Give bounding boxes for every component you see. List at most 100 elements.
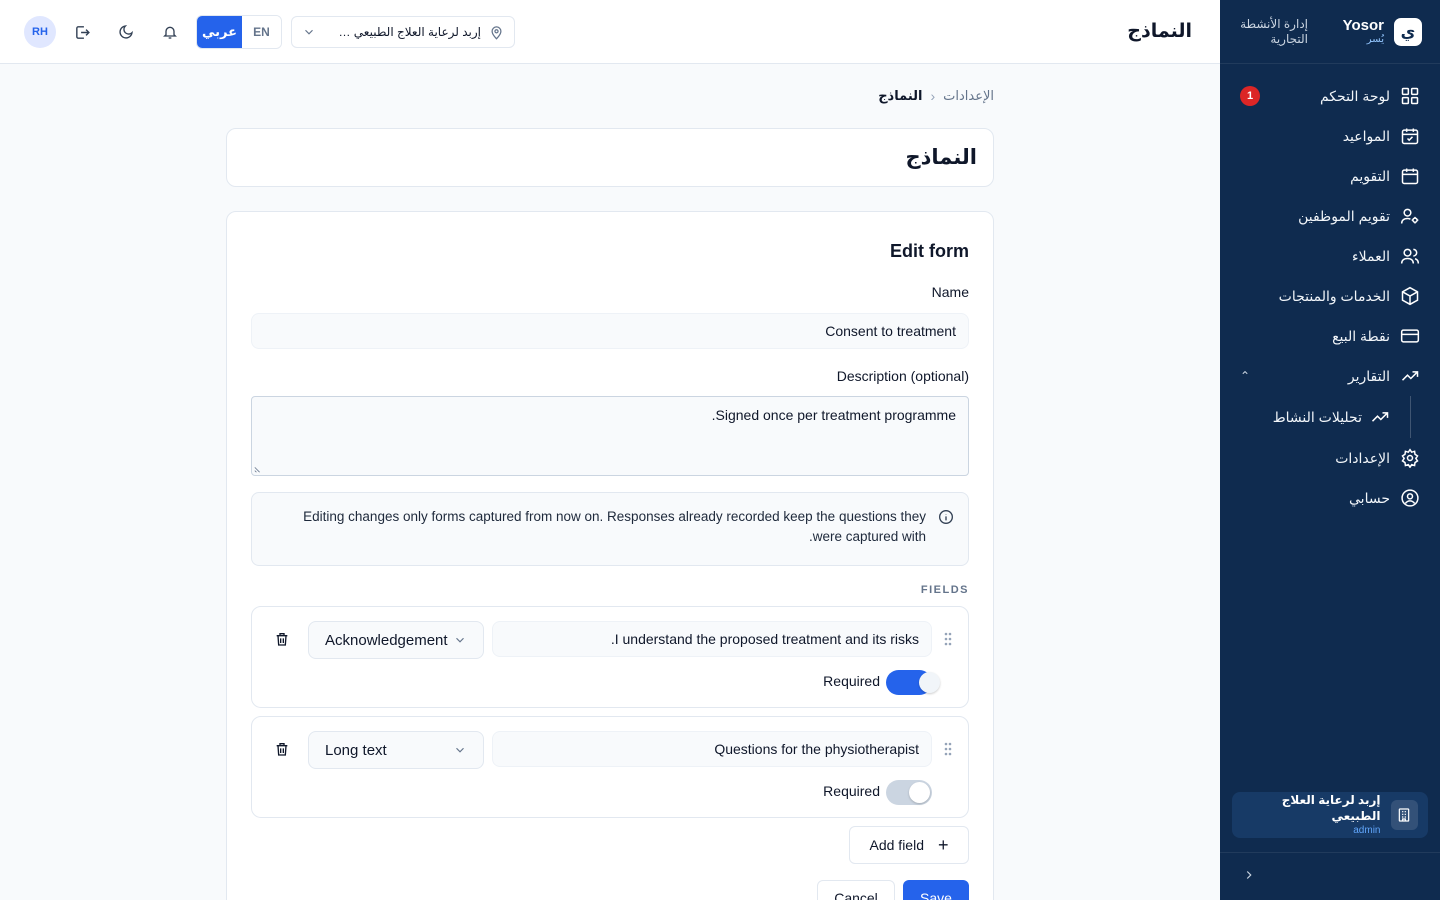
form-field-row: .I understand the proposed treatment and… [251, 606, 969, 708]
collapse-sidebar-button[interactable] [1240, 866, 1258, 884]
field-type-select[interactable]: Acknowledgement [308, 621, 484, 659]
sidebar-item-label: التقارير [1347, 367, 1390, 384]
logout-icon [75, 25, 90, 39]
plus-icon: + [937, 835, 949, 855]
field-type-value: Long text [325, 741, 387, 759]
field-type-value: Acknowledgement [325, 631, 448, 649]
sidebar-item-label: الخدمات والمنتجات [1278, 287, 1390, 304]
toggle-knob [919, 672, 940, 693]
description-label: Description (optional) [836, 368, 969, 384]
sidebar-item-settings[interactable]: الإعدادات [1220, 438, 1440, 478]
page-title: النماذج [905, 146, 977, 169]
language-en-button[interactable]: EN [241, 16, 281, 48]
location-select[interactable]: إربد لرعاية العلاج الطبيعي — ... [291, 16, 515, 48]
drag-handle-icon[interactable] [940, 631, 956, 647]
organization-name: إربد لرعاية العلاج الطبيعي [1281, 792, 1381, 823]
sidebar-item-calendar[interactable]: التقويم [1220, 156, 1440, 196]
language-ar-button[interactable]: عربي [197, 16, 242, 48]
sidebar: ي Yosor يُسر إدارة الأنشطة التجارية لوحة… [1220, 0, 1440, 900]
brand-tagline: إدارة الأنشطة التجارية [1240, 16, 1308, 46]
users-icon [1400, 248, 1420, 264]
toggle-knob [909, 782, 930, 803]
sidebar-subitem-label: تحليلات النشاط [1272, 408, 1362, 425]
theme-toggle-button[interactable] [110, 16, 142, 48]
field-type-select[interactable]: Long text [308, 731, 484, 769]
required-label: Required [823, 673, 880, 689]
breadcrumb: الإعدادات ‹ النماذج [878, 88, 994, 104]
chevron-up-icon[interactable]: ⌃ [1240, 369, 1250, 383]
sidebar-item-pos[interactable]: نقطة البيع [1220, 316, 1440, 356]
bell-icon [163, 26, 177, 39]
cancel-button[interactable]: Cancel [817, 880, 895, 900]
page-heading: النماذج [1127, 21, 1192, 42]
drag-handle-icon[interactable] [940, 741, 956, 757]
sidebar-item-label: نقطة البيع [1332, 327, 1390, 344]
edit-form-card: Edit form Name Consent to treatment Desc… [226, 211, 994, 900]
description-textarea[interactable]: .Signed once per treatment programme [251, 396, 969, 476]
language-toggle[interactable]: EN عربي [196, 15, 282, 49]
required-toggle[interactable] [886, 780, 932, 805]
chevron-left-icon: ‹ [930, 88, 936, 104]
trash-icon[interactable] [274, 631, 290, 647]
name-label: Name [931, 284, 969, 300]
brand-names: Yosor يُسر [1343, 18, 1384, 45]
calendar-check-icon [1401, 128, 1419, 145]
sidebar-item-label: حسابي [1349, 489, 1390, 506]
organization-switcher[interactable]: إربد لرعاية العلاج الطبيعي admin [1232, 792, 1428, 838]
sidebar-item-account[interactable]: حسابي [1220, 478, 1440, 518]
sidebar-item-label: التقويم [1350, 167, 1390, 184]
user-role: admin [1353, 825, 1381, 837]
resize-handle-icon[interactable] [254, 465, 262, 473]
sidebar-divider [1220, 852, 1440, 853]
user-cog-icon [1400, 208, 1419, 224]
notifications-button[interactable] [154, 16, 186, 48]
sidebar-item-label: تقويم الموظفين [1298, 207, 1390, 224]
organization-info: إربد لرعاية العلاج الطبيعي admin [1242, 793, 1381, 837]
brand-logo: ي [1394, 17, 1422, 46]
sidebar-item-clients[interactable]: العملاء [1220, 236, 1440, 276]
form-title: Edit form [890, 241, 969, 261]
sidebar-item-appointments[interactable]: المواعيد [1220, 116, 1440, 156]
edit-notice: Editing changes only forms captured from… [251, 492, 969, 566]
field-question-input[interactable]: Questions for the physiotherapist [492, 731, 932, 767]
add-field-button[interactable]: Add field + [849, 826, 969, 864]
map-pin-icon [491, 25, 502, 40]
field-question-input[interactable]: .I understand the proposed treatment and… [492, 621, 932, 657]
sidebar-item-dashboard[interactable]: لوحة التحكم 1 [1220, 76, 1440, 116]
chevron-down-icon [456, 747, 464, 753]
box-icon [1401, 286, 1419, 306]
required-toggle[interactable] [886, 670, 940, 695]
info-icon [939, 510, 953, 524]
sidebar-item-reports[interactable]: التقارير ⌃ [1220, 356, 1440, 396]
sidebar-item-label: لوحة التحكم [1319, 87, 1390, 104]
save-button[interactable]: Save [903, 880, 969, 900]
sidebar-item-label: الإعدادات [1335, 449, 1390, 466]
chevron-right-icon [1246, 871, 1252, 879]
chevron-down-icon [305, 29, 313, 35]
sidebar-subitem-activity-analytics[interactable]: تحليلات النشاط [1220, 396, 1440, 438]
moon-icon [119, 25, 133, 39]
notice-text: Editing changes only forms captured from… [303, 509, 926, 544]
fields-heading: FIELDS [920, 584, 969, 596]
user-circle-icon [1401, 489, 1419, 507]
sidebar-nav: لوحة التحكم 1 المواعيد التقويم تقويم الم… [1220, 64, 1440, 518]
trash-icon[interactable] [274, 741, 290, 757]
avatar[interactable]: RH [24, 16, 56, 48]
breadcrumb-settings-link[interactable]: الإعدادات [943, 88, 994, 104]
sidebar-item-services[interactable]: الخدمات والمنتجات [1220, 276, 1440, 316]
trending-up-icon [1371, 412, 1389, 422]
sidebar-item-label: المواعيد [1342, 127, 1390, 144]
form-field-row: Questions for the physiotherapist Long t… [251, 716, 969, 818]
logout-button[interactable] [66, 16, 98, 48]
building-icon [1390, 800, 1418, 830]
trending-up-icon [1401, 371, 1419, 381]
add-field-label: Add field [869, 837, 924, 853]
name-input[interactable]: Consent to treatment [251, 313, 969, 349]
brand[interactable]: ي Yosor يُسر إدارة الأنشطة التجارية [1220, 0, 1440, 64]
breadcrumb-current: النماذج [878, 88, 923, 103]
dashboard-icon [1401, 87, 1419, 105]
credit-card-icon [1400, 329, 1420, 343]
brand-name-ar: يُسر [1366, 34, 1384, 45]
sidebar-item-staff-calendar[interactable]: تقويم الموظفين [1220, 196, 1440, 236]
topbar: النماذج RH EN عربي إربد لرعاية العلاج ال… [0, 0, 1220, 64]
